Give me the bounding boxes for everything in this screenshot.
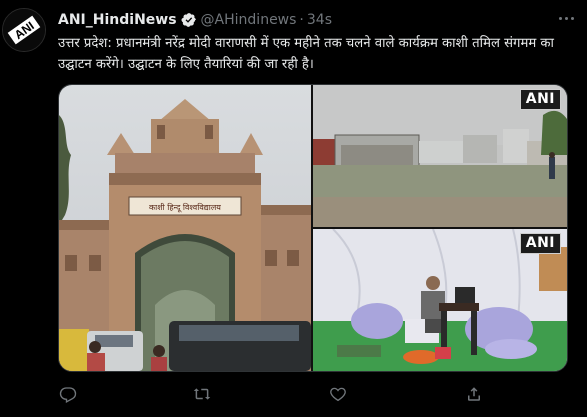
photo-university-gate[interactable]: काशी हिन्दू विश्वविद्यालय	[59, 85, 311, 371]
reply-icon[interactable]	[58, 384, 78, 404]
avatar[interactable]: ANI	[2, 8, 46, 52]
media-grid: काशी हिन्दू विश्वविद्यालय ANI ANI	[58, 84, 568, 372]
like-icon[interactable]	[328, 384, 348, 404]
timestamp[interactable]: 34s	[307, 12, 332, 28]
tweet-actions	[58, 384, 578, 404]
verified-badge-icon	[181, 13, 196, 27]
ani-watermark: ANI	[519, 89, 561, 110]
separator: ·	[299, 12, 304, 28]
ani-watermark: ANI	[519, 233, 561, 254]
ani-logo-icon: ANI	[3, 9, 45, 51]
more-options-icon[interactable]	[557, 10, 575, 26]
photo-tailor-sewing[interactable]: ANI	[313, 229, 567, 371]
share-icon[interactable]	[464, 384, 484, 404]
photo-event-ground[interactable]: ANI	[313, 85, 567, 227]
tweet-header: ANI_HindiNews @AHindinews · 34s	[58, 10, 332, 30]
user-handle[interactable]: @AHindinews	[201, 12, 297, 28]
display-name[interactable]: ANI_HindiNews	[58, 12, 177, 28]
retweet-icon[interactable]	[192, 384, 212, 404]
tweet-text: उत्तर प्रदेश: प्रधानमंत्री नरेंद्र मोदी …	[58, 36, 554, 72]
gate-sign: काशी हिन्दू विश्वविद्यालय	[149, 202, 221, 213]
